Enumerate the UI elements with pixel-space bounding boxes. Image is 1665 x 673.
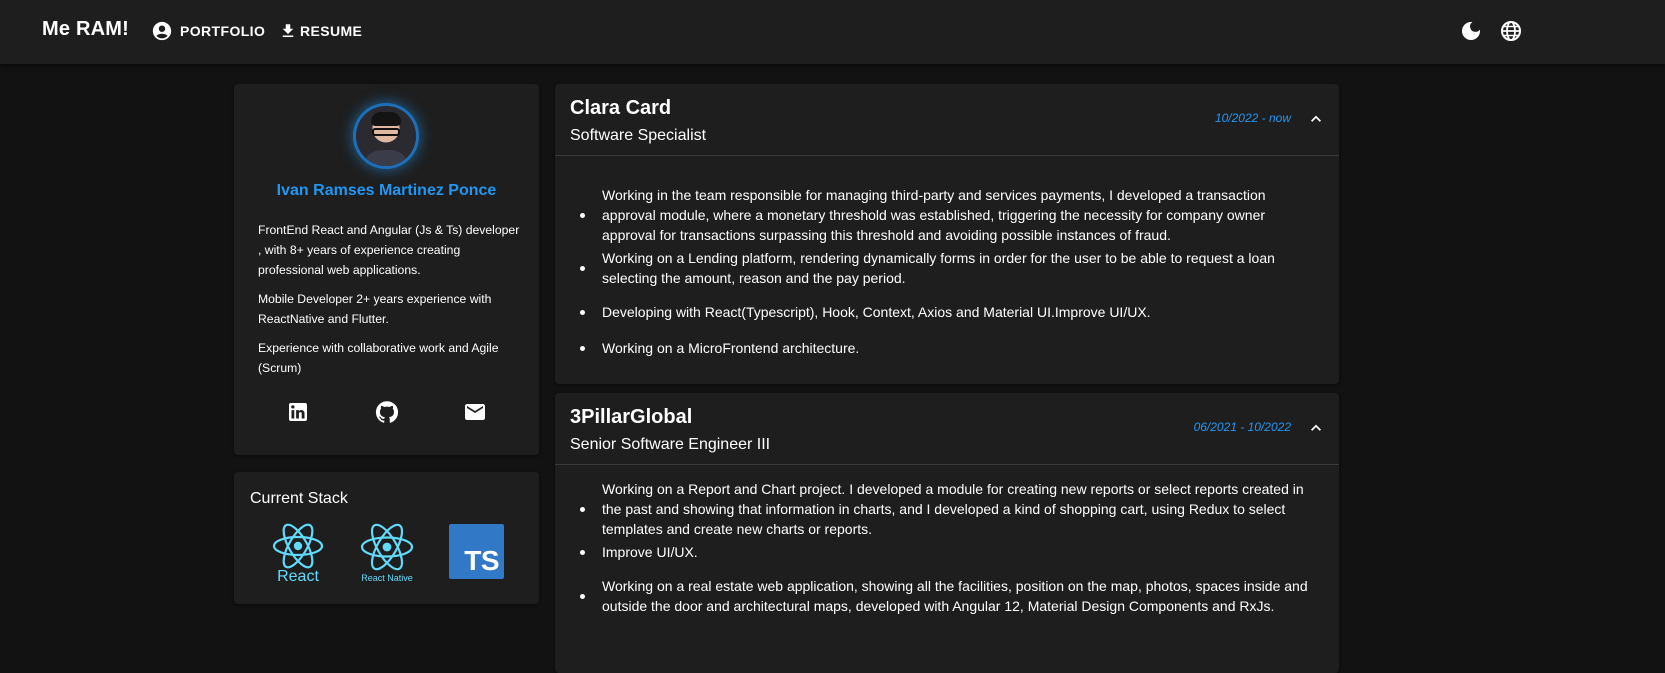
collapse-toggle-button[interactable]	[1306, 418, 1326, 438]
email-link[interactable]	[463, 400, 487, 424]
list-item: Working on a MicroFrontend architecture.	[555, 338, 1339, 358]
react-native-logo-label: React Native	[361, 573, 413, 583]
experience-header[interactable]: 3PillarGlobal Senior Software Engineer I…	[555, 393, 1339, 465]
portfolio-nav-button[interactable]: PORTFOLIO	[151, 18, 265, 44]
typescript-logo-icon: TS	[449, 524, 504, 579]
list-item: Developing with React(Typescript), Hook,…	[555, 302, 1339, 322]
list-item: Working on a Report and Chart project. I…	[555, 479, 1339, 539]
account-circle-icon	[152, 21, 172, 41]
experience-card: 3PillarGlobal Senior Software Engineer I…	[555, 393, 1339, 673]
language-button[interactable]	[1499, 19, 1523, 43]
profile-card: Ivan Ramses Martinez Ponce FrontEnd Reac…	[234, 84, 539, 455]
brand-logo-text[interactable]: Me RAM!	[42, 18, 129, 41]
job-period: 06/2021 - 10/2022	[1193, 420, 1291, 434]
experience-card: Clara Card Software Specialist 10/2022 -…	[555, 84, 1339, 384]
mail-icon	[465, 404, 485, 420]
portfolio-nav-label: PORTFOLIO	[180, 23, 266, 39]
current-stack-card: Current Stack React React Native TS	[234, 472, 539, 604]
react-logo-icon: React	[272, 523, 324, 584]
company-name: 3PillarGlobal	[570, 406, 693, 428]
linkedin-link[interactable]	[286, 400, 310, 424]
company-name: Clara Card	[570, 97, 672, 119]
avatar	[356, 106, 416, 166]
bio-paragraph: Mobile Developer 2+ years experience wit…	[258, 292, 492, 326]
list-item: Working in the team responsible for mana…	[555, 185, 1339, 245]
resume-nav-button[interactable]: RESUME	[279, 18, 362, 44]
experience-header[interactable]: Clara Card Software Specialist 10/2022 -…	[555, 84, 1339, 156]
globe-icon	[1501, 21, 1521, 41]
react-logo-label: React	[277, 568, 319, 584]
stack-title: Current Stack	[250, 490, 348, 507]
resume-nav-label: RESUME	[300, 23, 363, 39]
moon-icon	[1462, 22, 1480, 40]
list-item: Working on a Lending platform, rendering…	[555, 248, 1339, 288]
collapse-toggle-button[interactable]	[1306, 109, 1326, 129]
job-role: Software Specialist	[570, 127, 707, 144]
bio-paragraph: Experience with collaborative work and A…	[258, 341, 499, 375]
linkedin-icon	[289, 403, 307, 421]
chevron-up-icon	[1311, 424, 1321, 431]
github-icon	[375, 401, 399, 423]
download-icon	[282, 24, 294, 37]
react-native-logo-icon: React Native	[360, 523, 414, 583]
theme-toggle-button[interactable]	[1459, 19, 1483, 43]
social-links	[234, 400, 539, 426]
job-role: Senior Software Engineer III	[570, 436, 771, 453]
typescript-logo-label: TS	[464, 545, 499, 576]
github-link[interactable]	[375, 400, 399, 424]
profile-bio: FrontEnd React and Angular (Js & Ts) dev…	[258, 220, 520, 387]
list-item: Working on a real estate web application…	[555, 576, 1339, 616]
profile-name: Ivan Ramses Martinez Ponce	[276, 182, 497, 199]
app-bar: Me RAM! PORTFOLIO RESUME	[0, 0, 1665, 64]
chevron-up-icon	[1311, 115, 1321, 122]
bio-paragraph: FrontEnd React and Angular (Js & Ts) dev…	[258, 223, 520, 277]
job-period: 10/2022 - now	[1214, 111, 1291, 125]
list-item: Improve UI/UX.	[555, 542, 1339, 562]
